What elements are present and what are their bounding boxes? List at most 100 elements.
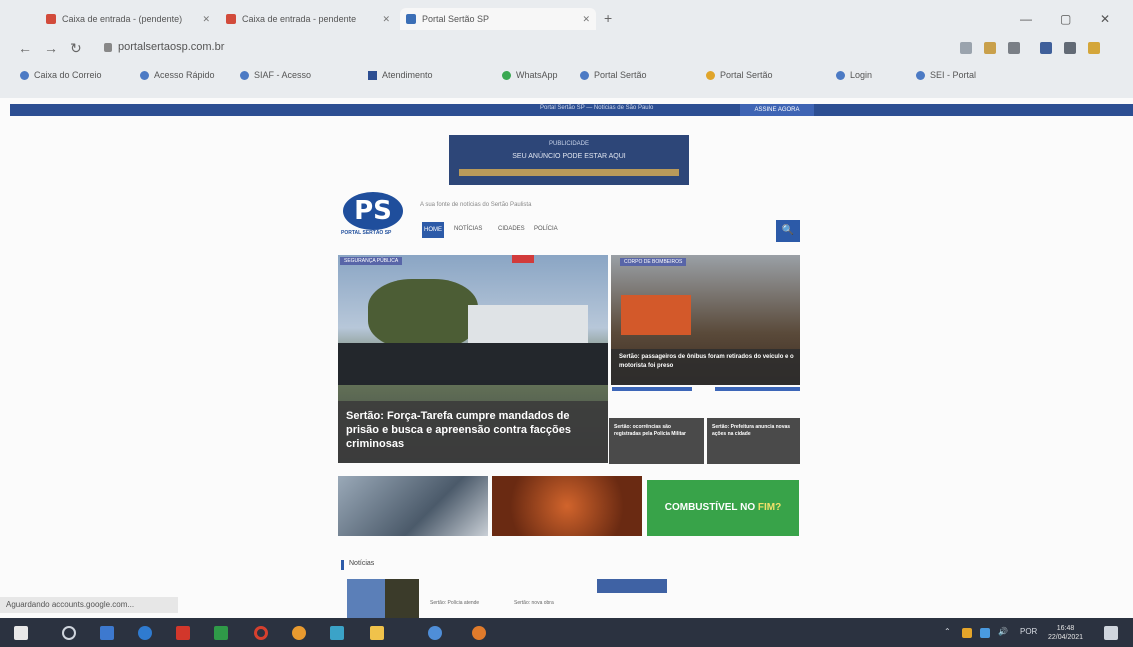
side-category-tag[interactable]: CORPO DE BOMBEIROS [620,258,687,266]
task-view-icon[interactable] [100,626,114,640]
opera-icon[interactable] [254,626,268,640]
small-article-card[interactable]: Sertão: ocorrências são registradas pela… [609,418,704,464]
small-article-card[interactable]: Sertão: Prefeitura anuncia novas ações n… [707,418,800,464]
menu-item-cidades[interactable]: CIDADES [498,226,525,232]
site-logo[interactable]: PS PORTAL SERTÃO SP [341,192,413,240]
article-image-grill[interactable] [492,476,642,536]
new-tab-button[interactable]: + [604,10,612,26]
news-thumb[interactable] [597,579,667,593]
hero-article[interactable]: Sertão: Força-Tarefa cumpre mandados de … [338,255,608,463]
extension-icon[interactable] [1040,42,1052,54]
close-tab-icon[interactable]: ✕ [582,8,590,30]
news-snippet[interactable]: Sertão: nova obra [514,600,554,606]
whatsapp-icon [502,71,511,80]
news-snippet[interactable]: Sertão: Polícia atende [430,600,479,606]
chevron-up-icon[interactable]: ⌃ [944,627,951,636]
tab-inbox-1[interactable]: Caixa de entrada - (pendente) ✕ [40,8,216,30]
banner-bar [459,169,679,176]
taskbar-clock[interactable]: 16:48 22/04/2021 [1048,624,1083,642]
reload-icon[interactable]: ↻ [70,40,82,57]
side-title[interactable]: Sertão: passageiros de ônibus foram reti… [619,353,795,371]
minimize-button[interactable]: — [1020,12,1032,26]
zoom-icon[interactable] [960,42,972,54]
extensions-puzzle-icon[interactable] [1064,42,1076,54]
news-thumb[interactable] [385,579,419,619]
edge-icon[interactable] [138,626,152,640]
star-icon[interactable] [1008,42,1020,54]
tab-strip: Caixa de entrada - (pendente) ✕ Caixa de… [0,8,1133,34]
bookmark-item[interactable]: Portal Sertão [706,70,773,80]
subscribe-button[interactable]: ASSINE AGORA [740,104,814,116]
bookmark-item[interactable]: SEI - Portal [916,70,976,80]
file-explorer-icon[interactable] [370,626,384,640]
logo-subtitle: PORTAL SERTÃO SP [341,230,392,236]
hero-image-vehicles [338,343,608,385]
logo-mark: PS [343,192,403,230]
search-icon[interactable] [62,626,76,640]
bookmark-item[interactable]: Portal Sertão [580,70,647,80]
profile-avatar[interactable] [1088,42,1100,54]
bookmark-icon [916,71,925,80]
small-card-title: Sertão: ocorrências são registradas pela… [614,424,686,437]
browser-status-bar: Aguardando accounts.google.com... [0,597,178,613]
ad-banner[interactable]: PUBLICIDADE SEU ANÚNCIO PODE ESTAR AQUI [449,135,689,185]
windows-start-icon[interactable] [14,626,28,640]
site-top-strip: Portal Sertão SP — Notícias de São Paulo… [10,104,1133,116]
gmail-icon [46,14,56,24]
close-tab-icon[interactable]: ✕ [382,8,390,30]
top-strip-text: Portal Sertão SP — Notícias de São Paulo [540,105,654,111]
office-icon[interactable] [176,626,190,640]
hero-title[interactable]: Sertão: Força-Tarefa cumpre mandados de … [346,409,600,451]
bookmark-item[interactable]: Caixa do Correio [20,70,102,80]
hero-image-trees [368,279,478,349]
page-viewport: Portal Sertão SP — Notícias de São Paulo… [0,98,1133,619]
address-bar[interactable]: portalsertaosp.com.br [118,41,224,53]
hero-caption: Sertão: Força-Tarefa cumpre mandados de … [338,401,608,463]
hero-category-tag[interactable]: SEGURANÇA PÚBLICA [340,257,403,265]
bookmark-item[interactable]: Acesso Rápido [140,70,215,80]
tab-title: Portal Sertão SP [422,14,490,24]
network-icon[interactable] [980,628,990,638]
volume-icon[interactable]: 🔊 [998,627,1008,636]
search-icon[interactable]: 🔍 [776,220,800,242]
side-caption: Sertão: passageiros de ônibus foram reti… [611,349,800,385]
side-article-top[interactable]: Sertão: passageiros de ônibus foram reti… [611,255,800,385]
language-indicator[interactable]: POR [1020,627,1037,636]
browser-chrome: Caixa de entrada - (pendente) ✕ Caixa de… [0,0,1133,98]
forward-icon[interactable]: → [44,40,58,56]
extension-icon[interactable] [984,42,996,54]
menu-item-home[interactable]: HOME [422,222,444,238]
menu-item-noticias[interactable]: NOTÍCIAS [454,226,482,232]
bookmark-item[interactable]: Atendimento [368,70,433,80]
tray-app-icon[interactable] [962,628,972,638]
bookmark-icon [20,71,29,80]
bookmark-icon [140,71,149,80]
tab-inbox-2[interactable]: Caixa de entrada - pendente ✕ [220,8,396,30]
notifications-icon[interactable] [1104,626,1118,640]
drive-icon [706,71,715,80]
banner-label: PUBLICIDADE [548,141,589,147]
back-icon[interactable]: ← [18,40,32,56]
chrome-icon[interactable] [472,626,486,640]
article-image-station[interactable] [338,476,488,536]
tab-portal[interactable]: Portal Sertão SP ✕ [400,8,596,30]
word-icon[interactable] [330,626,344,640]
globe-icon[interactable] [428,626,442,640]
close-tab-icon[interactable]: ✕ [202,8,210,30]
bookmark-item[interactable]: SIAF - Acesso [240,70,311,80]
bookmarks-bar: Caixa do Correio Acesso Rápido SIAF - Ac… [0,66,1133,90]
bookmark-icon [580,71,589,80]
banner-text: SEU ANÚNCIO PODE ESTAR AQUI [512,153,626,160]
clock-time: 16:48 [1056,625,1075,632]
bookmark-item[interactable]: Login [836,70,872,80]
excel-icon[interactable] [214,626,228,640]
clock-date: 22/04/2021 [1048,634,1084,641]
bookmark-item[interactable]: WhatsApp [502,70,558,80]
lock-icon [104,43,112,52]
chrome-icon[interactable] [292,626,306,640]
close-window-button[interactable]: ✕ [1100,12,1110,26]
maximize-button[interactable]: ▢ [1060,12,1071,26]
combustivel-banner[interactable]: COMBUSTÍVEL NO FIM? [647,480,799,536]
menu-item-policia[interactable]: POLÍCIA [534,226,558,232]
divider-bar [715,387,800,391]
